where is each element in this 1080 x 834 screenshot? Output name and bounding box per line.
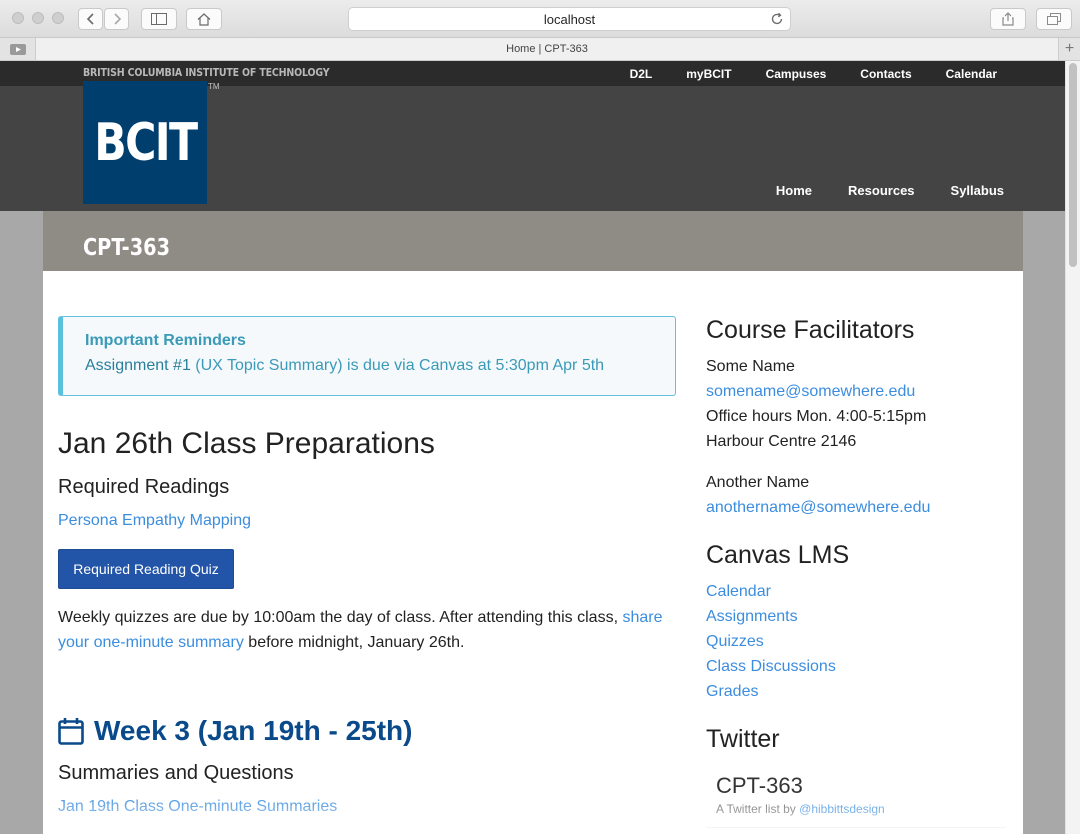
tabs-overview-button[interactable] — [1036, 8, 1072, 30]
twitter-divider — [706, 827, 1006, 828]
alert-body: Assignment #1 (UX Topic Summary) is due … — [85, 357, 653, 375]
assignment-link[interactable]: (UX Topic Summary) is due via Canvas at … — [195, 357, 604, 374]
top-link-campuses[interactable]: Campuses — [766, 67, 827, 81]
important-reminders-alert: Important Reminders Assignment #1 (UX To… — [58, 316, 676, 396]
quiz-text-1: Weekly quizzes are due by 10:00am the da… — [58, 609, 623, 626]
required-readings-heading: Required Readings — [58, 476, 230, 498]
browser-toolbar: localhost — [0, 0, 1080, 38]
canvas-heading: Canvas LMS — [706, 541, 850, 569]
vertical-scrollbar[interactable] — [1065, 61, 1080, 834]
top-link-calendar[interactable]: Calendar — [946, 67, 997, 81]
video-icon — [9, 43, 26, 55]
top-link-d2l[interactable]: D2L — [630, 67, 653, 81]
alert-title: Important Reminders — [85, 332, 246, 349]
top-links: D2L myBCIT Campuses Contacts Calendar — [596, 61, 997, 86]
facilitator1-email[interactable]: somename@somewhere.edu — [706, 383, 915, 401]
logo-text: BCIT — [93, 112, 198, 173]
close-window-button[interactable] — [12, 12, 24, 24]
share-button[interactable] — [990, 8, 1026, 30]
facilitator1-location: Harbour Centre 2146 — [706, 433, 857, 450]
quiz-text-2: before midnight, January 26th. — [243, 634, 465, 651]
tabs-icon — [1047, 13, 1061, 25]
summaries-heading: Summaries and Questions — [58, 762, 294, 784]
alert-prefix: Assignment #1 — [85, 357, 196, 374]
required-reading-quiz-button[interactable]: Required Reading Quiz — [58, 549, 234, 589]
nav-syllabus[interactable]: Syllabus — [951, 183, 1004, 198]
canvas-link-quizzes[interactable]: Quizzes — [706, 633, 764, 651]
nav-home[interactable]: Home — [776, 183, 812, 198]
video-tab-indicator[interactable] — [0, 38, 36, 60]
week-heading: Week 3 (Jan 19th - 25th) — [58, 715, 412, 747]
sidebar-icon — [151, 13, 167, 25]
active-tab[interactable]: Home | CPT-363 — [36, 38, 1058, 60]
class-prep-heading: Jan 26th Class Preparations — [58, 427, 435, 460]
sidebar-toggle-button[interactable] — [141, 8, 177, 30]
twitter-heading: Twitter — [706, 725, 780, 753]
address-text: localhost — [543, 11, 596, 27]
course-code: CPT-363 — [83, 235, 171, 261]
chevron-right-icon — [113, 13, 121, 25]
home-button[interactable] — [186, 8, 222, 30]
tab-bar: Home | CPT-363 + — [0, 38, 1080, 61]
minimize-window-button[interactable] — [32, 12, 44, 24]
week-title: Week 3 (Jan 19th - 25th) — [94, 715, 413, 746]
home-icon — [197, 12, 211, 26]
facilitator2-name: Another Name — [706, 474, 810, 491]
canvas-link-discussions[interactable]: Class Discussions — [706, 658, 836, 676]
canvas-link-grades[interactable]: Grades — [706, 683, 758, 701]
one-minute-summaries-link[interactable]: Jan 19th Class One-minute Summaries — [58, 798, 337, 816]
main-content: Important Reminders Assignment #1 (UX To… — [43, 271, 1023, 834]
tab-title-text: Home | CPT-363 — [506, 43, 588, 55]
twitter-handle-link[interactable]: @hibbittsdesign — [799, 802, 885, 816]
top-link-contacts[interactable]: Contacts — [860, 67, 911, 81]
trademark-mark: TM — [208, 82, 220, 91]
canvas-link-calendar[interactable]: Calendar — [706, 583, 771, 601]
chevron-left-icon — [86, 13, 94, 25]
bcit-logo[interactable]: BCIT — [83, 81, 207, 204]
forward-button[interactable] — [104, 8, 129, 30]
reload-icon[interactable] — [770, 12, 784, 26]
canvas-link-assignments[interactable]: Assignments — [706, 608, 798, 626]
scrollbar-thumb[interactable] — [1069, 63, 1077, 267]
nav-resources[interactable]: Resources — [848, 183, 914, 198]
facilitator1-hours: Office hours Mon. 4:00-5:15pm — [706, 408, 927, 425]
facilitator2-email[interactable]: anothername@somewhere.edu — [706, 499, 930, 517]
twitter-by-text: A Twitter list by — [716, 802, 800, 816]
zoom-window-button[interactable] — [52, 12, 64, 24]
main-nav: Home Resources Syllabus — [740, 183, 1004, 198]
calendar-icon — [58, 718, 84, 745]
institution-name[interactable]: BRITISH COLUMBIA INSTITUTE OF TECHNOLOGY — [83, 66, 330, 79]
page-viewport: BRITISH COLUMBIA INSTITUTE OF TECHNOLOGY… — [0, 61, 1080, 834]
persona-empathy-link[interactable]: Persona Empathy Mapping — [58, 512, 251, 530]
share-icon — [1002, 12, 1014, 26]
page-container: BRITISH COLUMBIA INSTITUTE OF TECHNOLOGY… — [43, 61, 1023, 834]
facilitators-heading: Course Facilitators — [706, 316, 915, 344]
address-bar[interactable]: localhost — [348, 7, 791, 31]
top-link-mybcit[interactable]: myBCIT — [686, 67, 731, 81]
quiz-instructions: Weekly quizzes are due by 10:00am the da… — [58, 605, 678, 655]
twitter-list-byline: A Twitter list by @hibbittsdesign — [716, 802, 885, 816]
back-button[interactable] — [78, 8, 103, 30]
new-tab-button[interactable]: + — [1058, 38, 1080, 60]
course-banner: CPT-363 — [43, 211, 1023, 271]
facilitator1-name: Some Name — [706, 358, 795, 375]
twitter-list-title[interactable]: CPT-363 — [716, 773, 803, 799]
